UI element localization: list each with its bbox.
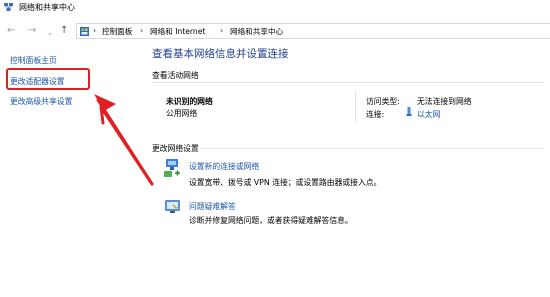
ethernet-icon (406, 107, 412, 116)
troubleshoot-icon (165, 200, 180, 213)
active-network-section-title: 查看活动网络 (152, 71, 199, 80)
troubleshoot-link[interactable]: 问题疑难解答 (189, 201, 236, 212)
connection-label: 连接: (366, 110, 385, 119)
network-name: 未识别的网络 (166, 97, 213, 106)
network-type[interactable]: 公用网络 (166, 108, 197, 119)
change-settings-section-title: 更改网络设置 (152, 144, 199, 153)
section-divider (200, 148, 544, 149)
page-title: 查看基本网络信息并设置连接 (152, 48, 289, 60)
access-type-label: 访问类型: (366, 97, 400, 106)
troubleshoot-desc: 诊断并修复网络问题，或者获得疑难解答信息。 (189, 216, 353, 225)
access-type-value: 无法连接到网络 (417, 97, 472, 106)
section-divider (152, 82, 544, 83)
network-divider (355, 92, 356, 122)
ethernet-link[interactable]: 以太网 (417, 109, 440, 120)
setup-new-connection-link[interactable]: 设置新的连接或网络 (189, 161, 259, 172)
new-connection-icon (164, 159, 180, 177)
setup-new-connection-desc: 设置宽带、拨号或 VPN 连接；或设置路由器或接入点。 (189, 178, 382, 187)
